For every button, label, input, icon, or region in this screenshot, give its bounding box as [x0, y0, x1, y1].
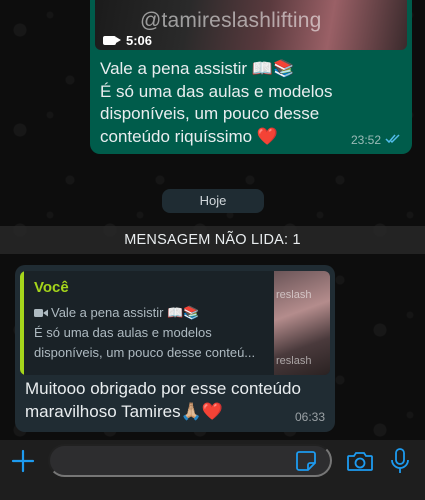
message-meta: 23:52: [351, 133, 402, 147]
message-line: maravilhoso Tamires🙏🏼❤️: [25, 402, 223, 421]
video-camera-icon: [103, 36, 121, 45]
double-check-icon: [385, 133, 402, 147]
message-input[interactable]: [48, 444, 332, 477]
quote-author: Você: [34, 279, 69, 296]
message-time: 23:52: [350, 133, 381, 147]
outgoing-message-bubble[interactable]: @tamireslashlifting 5:06 Vale a pena ass…: [90, 0, 412, 154]
incoming-message-text: Muitooo obrigado por esse conteúdo marav…: [25, 377, 325, 423]
quote-thumbnail: reslash reslash: [274, 271, 330, 375]
quote-text: Vale a pena assistir 📖📚 É só uma das aul…: [34, 303, 279, 363]
mic-icon[interactable]: [390, 447, 410, 475]
message-time: 06:33: [294, 410, 325, 424]
message-line: É só uma das aulas e modelos: [100, 81, 333, 101]
quote-line: Vale a pena assistir 📖📚: [34, 303, 279, 323]
chat-background: @tamireslashlifting 5:06 Vale a pena ass…: [0, 0, 425, 440]
quote-accent-bar: [20, 271, 24, 375]
message-line: Muitooo obrigado por esse conteúdo: [25, 379, 301, 398]
video-duration: 5:06: [103, 33, 152, 48]
thumb-watermark: reslash: [276, 355, 312, 367]
plus-icon[interactable]: [11, 449, 35, 473]
camera-icon[interactable]: [346, 449, 374, 473]
message-line: disponíveis, um pouco desse: [100, 104, 320, 123]
quote-line-text: Vale a pena assistir 📖📚: [51, 305, 200, 320]
quoted-message[interactable]: Você Vale a pena assistir 📖📚 É só uma da…: [20, 271, 330, 375]
message-line: Vale a pena assistir 📖📚: [100, 59, 295, 78]
day-separator: Hoje: [162, 189, 264, 213]
video-camera-icon: [34, 309, 48, 317]
incoming-message-bubble[interactable]: Você Vale a pena assistir 📖📚 É só uma da…: [15, 265, 335, 432]
thumb-watermark: reslash: [276, 289, 312, 301]
sticker-icon[interactable]: [295, 450, 317, 472]
video-thumbnail[interactable]: @tamireslashlifting 5:06: [95, 0, 407, 50]
video-duration-text: 5:06: [126, 33, 153, 48]
quote-line: É só uma das aulas e modelos: [34, 325, 212, 340]
unread-messages-banner: MENSAGEM NÃO LIDA: 1: [0, 226, 425, 254]
video-watermark: @tamireslashlifting: [140, 9, 322, 32]
quote-line: disponíveis, um pouco desse conteú...: [34, 345, 256, 360]
